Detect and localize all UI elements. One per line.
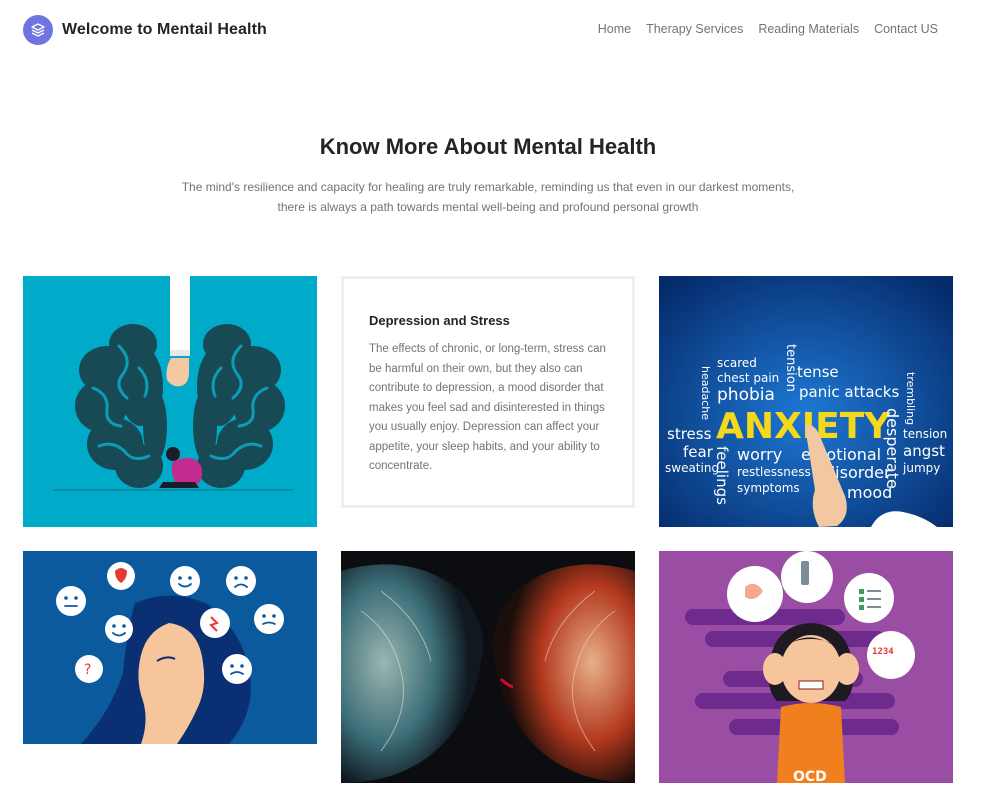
nav-reading-materials[interactable]: Reading Materials (758, 22, 859, 36)
ocd-label: OCD (793, 769, 827, 783)
anxiety-word: angst (903, 442, 945, 460)
anxiety-word: mood (847, 483, 892, 502)
site-header: Welcome to Mentail Health Home Therapy S… (0, 0, 988, 60)
anxiety-word: panic attacks (799, 383, 899, 401)
hero-description: The mind's resilience and capacity for h… (181, 180, 795, 214)
anxiety-word: tension (903, 427, 947, 441)
ocd-counter: 1234 (872, 647, 894, 657)
anxiety-word: worry (737, 445, 782, 464)
anxiety-word: phobia (717, 385, 775, 405)
anxiety-word: symptoms (737, 481, 800, 495)
nav-therapy-services[interactable]: Therapy Services (646, 22, 743, 36)
card-text: The effects of chronic, or long-term, st… (369, 343, 606, 472)
nav-contact-us[interactable]: Contact US (874, 22, 938, 36)
emotions-head-image: ? (23, 551, 317, 744)
anxiety-word: tense (797, 363, 839, 381)
depression-stress-card: Depression and Stress The effects of chr… (341, 276, 635, 508)
anxiety-word: trembling (904, 372, 917, 425)
ocd-illustration-image: 1234 OCD (659, 551, 953, 783)
card-title: Depression and Stress (369, 313, 510, 328)
brand-name: Welcome to Mentail Health (62, 21, 267, 38)
anxiety-word: fear (683, 443, 714, 461)
brand-link[interactable]: Welcome to Mentail Health (23, 15, 267, 45)
anxiety-word: jumpy (902, 461, 940, 475)
anxiety-word: ANXIETY (716, 406, 891, 447)
brain-depression-image (23, 276, 317, 527)
anxiety-word: feelings (713, 446, 731, 505)
anxiety-word: tension (783, 344, 798, 392)
anxiety-word: restlessness (737, 465, 811, 479)
svg-text:?: ? (84, 662, 91, 678)
layers-icon (23, 15, 53, 45)
anxiety-word: stress (667, 425, 712, 443)
two-minds-art-image (341, 551, 635, 783)
page-title: Know More About Mental Health (319, 134, 657, 159)
nav-home[interactable]: Home (598, 22, 631, 36)
main-nav: Home Therapy Services Reading Materials … (583, 22, 938, 36)
anxiety-word-cloud-image: scared chest pain tense phobia panic att… (659, 276, 953, 527)
anxiety-word: scared (717, 356, 757, 370)
anxiety-word: sweating (665, 461, 719, 475)
anxiety-word: chest pain (717, 371, 779, 385)
anxiety-word: headache (699, 366, 712, 420)
